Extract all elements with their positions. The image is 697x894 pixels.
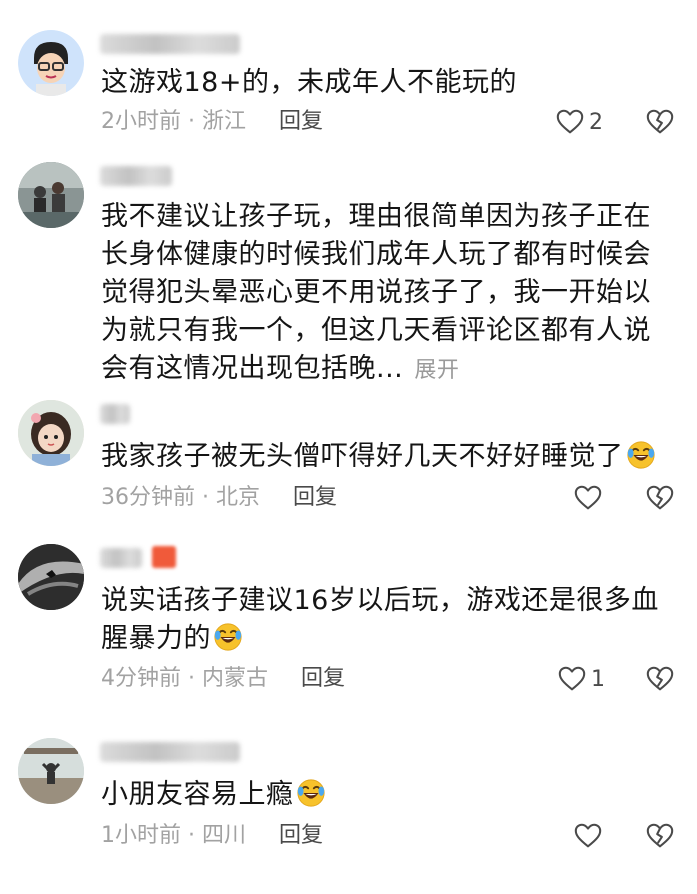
comment-time: 1小时前 [101, 823, 181, 848]
comment-text: 这游戏18+的，未成年人不能玩的 [101, 67, 517, 98]
heart-outline-icon [555, 107, 585, 137]
meta-separator: · [195, 485, 216, 510]
expand-button[interactable]: 展开 [414, 358, 459, 383]
like-button[interactable]: 2 [555, 107, 603, 137]
comment-text-body: 我家孩子被无头僧吓得好几天不好好睡觉了 [101, 441, 624, 472]
heart-outline-icon [557, 664, 587, 694]
comment-text-body: 我不建议让孩子玩，理由很简单因为孩子正在长身体健康的时候我们成年人玩了都有时候会… [101, 201, 651, 384]
avatar[interactable] [18, 400, 84, 466]
avatar[interactable] [18, 30, 84, 96]
comment-meta: 36分钟前 · 北京 回复 [101, 484, 337, 512]
avatar[interactable] [18, 738, 84, 804]
comment-time: 4分钟前 [101, 666, 181, 691]
like-button[interactable]: 1 [557, 664, 605, 694]
comment-time: 2小时前 [101, 109, 181, 134]
comment-meta: 4分钟前 · 内蒙古 回复 [101, 665, 345, 693]
like-count: 1 [591, 666, 605, 692]
username-blurred[interactable] [100, 34, 240, 54]
broken-heart-icon [645, 821, 675, 851]
comment-location: 内蒙古 [201, 666, 268, 691]
comment-location: 四川 [201, 823, 246, 848]
like-count: 2 [589, 109, 603, 135]
comment-text: 我不建议让孩子玩，理由很简单因为孩子正在长身体健康的时候我们成年人玩了都有时候会… [101, 198, 673, 388]
dislike-button[interactable] [645, 483, 675, 513]
comment-text: 我家孩子被无头僧吓得好几天不好好睡觉了 [101, 438, 673, 476]
reply-button[interactable]: 回复 [279, 823, 323, 848]
laughing-crying-emoji [213, 622, 243, 652]
dislike-button[interactable] [645, 664, 675, 694]
comment-meta: 2小时前 · 浙江 回复 [101, 108, 323, 136]
username-blurred[interactable] [100, 404, 130, 424]
comment-meta: 1小时前 · 四川 回复 [101, 822, 323, 850]
username-blurred[interactable] [100, 742, 240, 762]
comment-location: 浙江 [201, 109, 246, 134]
comment-text: 小朋友容易上瘾 [101, 776, 673, 814]
heart-outline-icon [573, 821, 603, 851]
dislike-button[interactable] [645, 821, 675, 851]
broken-heart-icon [645, 107, 675, 137]
reply-button[interactable]: 回复 [301, 666, 345, 691]
comment-text: 说实话孩子建议16岁以后玩，游戏还是很多血腥暴力的 [101, 582, 673, 658]
laughing-crying-emoji [626, 440, 656, 470]
broken-heart-icon [645, 664, 675, 694]
reply-button[interactable]: 回复 [279, 109, 323, 134]
heart-outline-icon [573, 483, 603, 513]
avatar[interactable] [18, 544, 84, 610]
username-blurred[interactable] [100, 166, 172, 186]
comment-time: 36分钟前 [101, 485, 195, 510]
like-button[interactable] [573, 483, 603, 513]
username-blurred[interactable] [100, 548, 142, 568]
comment-location: 北京 [215, 485, 260, 510]
dislike-button[interactable] [645, 107, 675, 137]
meta-separator: · [181, 666, 202, 691]
comment-text-body: 小朋友容易上瘾 [101, 779, 294, 810]
like-button[interactable] [573, 821, 603, 851]
meta-separator: · [181, 823, 202, 848]
broken-heart-icon [645, 483, 675, 513]
laughing-crying-emoji [296, 778, 326, 808]
reply-button[interactable]: 回复 [293, 485, 337, 510]
gift-badge-icon [152, 546, 176, 568]
meta-separator: · [181, 109, 202, 134]
comment-text-body: 说实话孩子建议16岁以后玩，游戏还是很多血腥暴力的 [101, 585, 659, 654]
avatar[interactable] [18, 162, 84, 228]
